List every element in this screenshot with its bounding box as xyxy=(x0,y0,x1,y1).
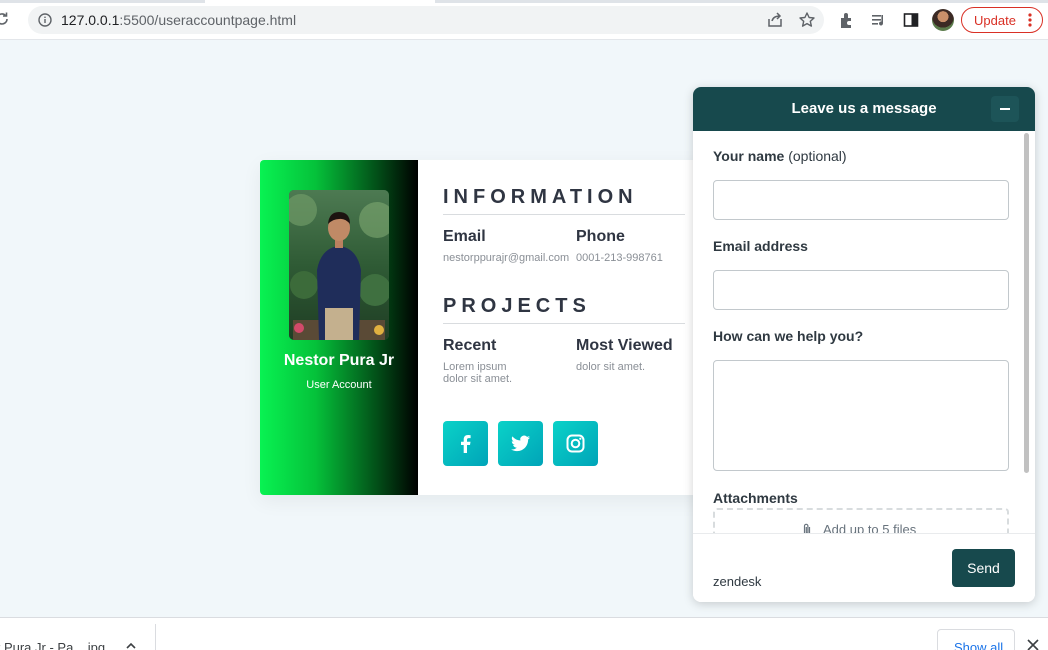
zendesk-logo[interactable]: zendesk xyxy=(713,574,761,589)
twitter-icon xyxy=(511,435,530,452)
widget-scrollbar[interactable] xyxy=(1024,133,1029,473)
url-host: 127.0.0.1 xyxy=(61,12,120,28)
minimize-button[interactable] xyxy=(991,96,1019,122)
information-heading: INFORMATION xyxy=(443,186,638,208)
close-icon[interactable] xyxy=(1027,639,1039,650)
help-message-textarea[interactable] xyxy=(713,360,1009,471)
user-name: Nestor Pura Jr xyxy=(283,352,395,369)
recent-value-line1: Lorem ipsum xyxy=(443,361,507,373)
minimize-icon xyxy=(1000,108,1010,110)
show-all-label: Show all xyxy=(954,640,1004,650)
most-viewed-label: Most Viewed xyxy=(576,337,673,354)
user-account-card: Nestor Pura Jr User Account INFORMATION … xyxy=(260,160,730,495)
email-address-input[interactable] xyxy=(713,270,1009,310)
url-path: :5500/useraccountpage.html xyxy=(119,12,297,28)
projects-heading: PROJECTS xyxy=(443,295,591,317)
widget-title: Leave us a message xyxy=(791,100,937,117)
download-shelf: r Pura Jr - Pa....jpg Show all xyxy=(0,617,1048,650)
email-label: Email xyxy=(443,228,486,245)
update-button[interactable]: Update xyxy=(961,7,1043,33)
email-address-label: Email address xyxy=(713,238,808,254)
side-panel-icon[interactable] xyxy=(902,11,920,29)
card-sidebar: Nestor Pura Jr User Account xyxy=(260,160,418,495)
phone-value: 0001-213-998761 xyxy=(576,252,663,264)
widget-footer: zendesk Send xyxy=(693,533,1035,602)
attachments-label: Attachments xyxy=(713,490,798,506)
share-icon[interactable] xyxy=(766,11,784,29)
information-divider xyxy=(443,214,685,215)
instagram-icon xyxy=(566,434,585,453)
name-label: Your name (optional) xyxy=(713,148,847,164)
card-details: INFORMATION Email nestorppurajr@gmail.co… xyxy=(418,160,730,495)
active-tab[interactable] xyxy=(205,0,435,3)
widget-header: Leave us a message xyxy=(693,87,1035,131)
profile-avatar[interactable] xyxy=(932,9,954,31)
recent-label: Recent xyxy=(443,337,497,354)
show-all-button[interactable]: Show all xyxy=(937,629,1015,650)
more-menu-icon[interactable] xyxy=(1025,11,1035,29)
twitter-button[interactable] xyxy=(498,421,543,466)
profile-photo xyxy=(289,190,389,340)
browser-toolbar: 127.0.0.1:5500/useraccountpage.html Upda… xyxy=(0,0,1048,40)
download-divider xyxy=(155,624,156,650)
url-text[interactable]: 127.0.0.1:5500/useraccountpage.html xyxy=(61,12,296,28)
email-value: nestorppurajr@gmail.com xyxy=(443,252,570,264)
media-control-icon[interactable] xyxy=(870,11,888,29)
most-viewed-value: dolor sit amet. xyxy=(576,361,646,373)
download-file-name[interactable]: r Pura Jr - Pa....jpg xyxy=(0,640,105,650)
bookmark-star-icon[interactable] xyxy=(798,11,816,29)
extensions-icon[interactable] xyxy=(838,11,856,29)
address-bar[interactable]: 127.0.0.1:5500/useraccountpage.html xyxy=(28,6,824,34)
recent-value-line2: dolor sit amet. xyxy=(443,373,513,385)
projects-divider xyxy=(443,323,685,324)
tab-strip xyxy=(0,0,1048,3)
user-role: User Account xyxy=(306,379,372,391)
reload-icon[interactable] xyxy=(0,11,10,27)
name-label-text: Your name xyxy=(713,148,785,164)
name-input[interactable] xyxy=(713,180,1009,220)
chevron-up-icon[interactable] xyxy=(124,639,138,650)
instagram-button[interactable] xyxy=(553,421,598,466)
facebook-button[interactable] xyxy=(443,421,488,466)
phone-label: Phone xyxy=(576,228,625,245)
site-info-icon[interactable] xyxy=(38,13,52,27)
name-optional-text: (optional) xyxy=(788,148,847,164)
send-button[interactable]: Send xyxy=(952,549,1015,587)
contact-widget: Leave us a message Your name (optional) … xyxy=(693,87,1035,602)
facebook-icon xyxy=(461,435,471,453)
help-label: How can we help you? xyxy=(713,328,864,344)
update-label: Update xyxy=(974,13,1016,28)
